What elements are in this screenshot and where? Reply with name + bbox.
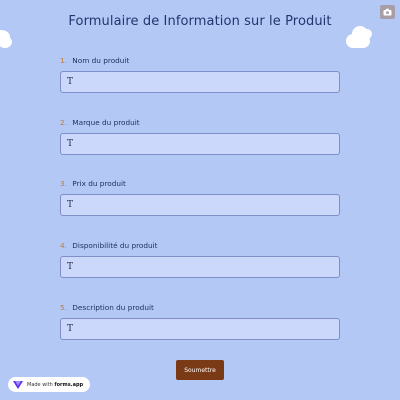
- submit-button[interactable]: Soumettre: [176, 360, 224, 380]
- question-product-price: 3. Prix du produit T: [60, 179, 340, 216]
- input-value: T: [67, 200, 74, 210]
- forms-app-logo-icon: [13, 380, 23, 389]
- forms-app-badge[interactable]: Made with forms.app: [8, 377, 90, 392]
- input-value: T: [67, 77, 74, 87]
- cloud-decoration: [0, 36, 12, 48]
- question-number: 5.: [60, 303, 67, 312]
- product-price-input[interactable]: T: [60, 194, 340, 216]
- question-number: 1.: [60, 56, 67, 65]
- question-label: 2. Marque du produit: [60, 118, 340, 127]
- question-number: 2.: [60, 118, 67, 127]
- question-text: Nom du produit: [72, 56, 130, 65]
- brand-label: Made with forms.app: [27, 382, 83, 388]
- question-label: 4. Disponibilité du produit: [60, 241, 340, 250]
- question-text: Description du produit: [72, 303, 154, 312]
- question-label: 1. Nom du produit: [60, 56, 340, 65]
- cloud-decoration: [362, 29, 372, 39]
- product-name-input[interactable]: T: [60, 71, 340, 93]
- brand-prefix: Made with: [27, 381, 53, 388]
- input-value: T: [67, 324, 74, 334]
- page-title: Formulaire de Information sur le Produit: [68, 14, 332, 29]
- question-product-name: 1. Nom du produit T: [60, 56, 340, 93]
- question-label: 5. Description du produit: [60, 303, 340, 312]
- input-value: T: [67, 262, 74, 272]
- question-text: Marque du produit: [72, 118, 140, 127]
- question-product-availability: 4. Disponibilité du produit T: [60, 241, 340, 278]
- product-description-input[interactable]: T: [60, 318, 340, 340]
- question-text: Disponibilité du produit: [72, 241, 158, 250]
- question-product-brand: 2. Marque du produit T: [60, 118, 340, 155]
- product-brand-input[interactable]: T: [60, 133, 340, 155]
- brand-name: forms.app: [54, 381, 84, 388]
- question-text: Prix du produit: [72, 179, 126, 188]
- question-label: 3. Prix du produit: [60, 179, 340, 188]
- question-number: 3.: [60, 179, 67, 188]
- question-number: 4.: [60, 241, 67, 250]
- input-value: T: [67, 139, 74, 149]
- product-availability-input[interactable]: T: [60, 256, 340, 278]
- question-product-description: 5. Description du produit T: [60, 303, 340, 340]
